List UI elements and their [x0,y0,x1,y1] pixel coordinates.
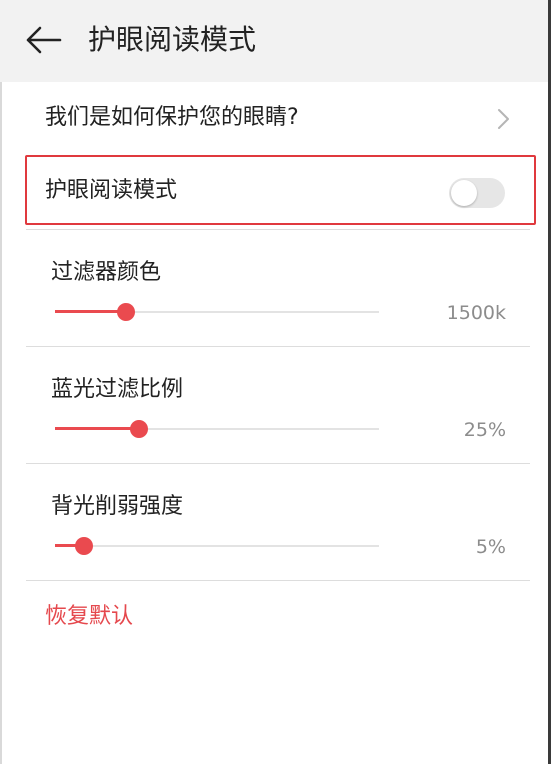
app-header: 护眼阅读模式 [0,0,551,82]
slider-fill [55,310,127,313]
blue-light-label: 蓝光过滤比例 [51,377,184,402]
page-title: 护眼阅读模式 [88,23,257,56]
backlight-slider[interactable] [55,534,379,558]
backlight-label: 背光削弱强度 [51,494,184,519]
filter-color-label: 过滤器颜色 [51,260,162,285]
slider-thumb[interactable] [130,420,149,438]
blue-light-value: 25% [463,419,506,441]
left-edge-line [0,82,2,764]
slider-fill [55,427,140,430]
slider-track [55,545,379,547]
filter-color-section: 过滤器颜色 1500k [26,230,530,346]
blue-light-section: 蓝光过滤比例 25% [26,347,530,463]
eye-mode-toggle[interactable] [449,178,505,208]
how-we-protect-link[interactable]: 我们是如何保护您的眼睛? [26,86,526,150]
arrow-left-icon[interactable] [26,26,62,54]
filter-color-value: 1500k [446,302,506,324]
reset-default-button[interactable]: 恢复默认 [45,600,133,634]
how-we-protect-label: 我们是如何保护您的眼睛? [45,105,299,130]
blue-light-slider[interactable] [55,417,379,441]
backlight-section: 背光削弱强度 5% [26,464,530,580]
chevron-right-icon [498,109,509,129]
slider-thumb[interactable] [117,303,136,321]
eye-mode-label: 护眼阅读模式 [45,178,178,203]
filter-color-slider[interactable] [55,300,379,324]
slider-thumb[interactable] [75,537,94,555]
divider [26,580,530,581]
backlight-value: 5% [475,536,506,558]
toggle-knob [451,180,477,206]
eye-mode-row: 护眼阅读模式 [25,155,536,225]
